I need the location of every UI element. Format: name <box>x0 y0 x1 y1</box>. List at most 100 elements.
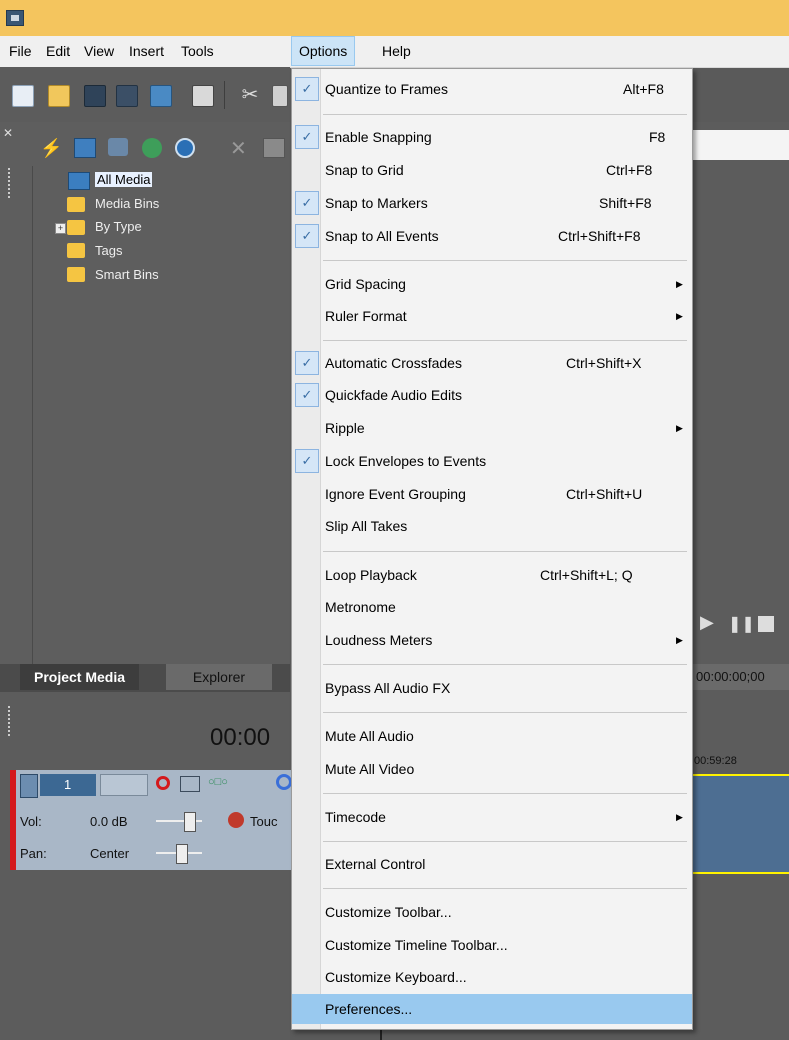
expand-icon[interactable]: + <box>55 223 66 234</box>
menu-loudness-meters[interactable]: Loudness Meters ▶ <box>292 625 692 655</box>
menu-insert[interactable]: Insert <box>122 36 171 66</box>
menu-ruler-format[interactable]: Ruler Format ▶ <box>292 301 692 331</box>
tree-item-media-bins[interactable]: Media Bins <box>95 193 159 215</box>
menu-bypass-all-audio-fx[interactable]: Bypass All Audio FX <box>292 673 692 703</box>
menu-item-label: Mute All Video <box>325 761 415 777</box>
menu-customize-timeline-toolbar[interactable]: Customize Timeline Toolbar... <box>292 930 692 960</box>
menu-snap-to-all-events[interactable]: ✓ Snap to All Events Ctrl+Shift+F8 <box>292 221 692 251</box>
menu-snap-to-markers[interactable]: ✓ Snap to Markers Shift+F8 <box>292 188 692 218</box>
menu-item-label: Quantize to Frames <box>325 81 448 97</box>
stop-icon[interactable] <box>758 616 774 632</box>
menu-item-label: Customize Keyboard... <box>325 969 467 985</box>
open-folder-icon[interactable] <box>48 85 70 107</box>
menu-item-shortcut: Ctrl+F8 <box>606 162 653 178</box>
menu-loop-playback[interactable]: Loop Playback Ctrl+Shift+L; Q <box>292 560 692 590</box>
menu-options[interactable]: Options <box>291 36 356 66</box>
menu-customize-keyboard[interactable]: Customize Keyboard... <box>292 962 692 992</box>
save-icon[interactable] <box>84 85 106 107</box>
drag-handle[interactable] <box>8 168 16 198</box>
automation-icon[interactable]: ○□○ <box>208 776 232 790</box>
menu-preferences[interactable]: Preferences... <box>292 994 692 1024</box>
menu-timecode[interactable]: Timecode ▶ <box>292 802 692 832</box>
close-icon[interactable]: ✕ <box>3 126 13 140</box>
drag-handle[interactable] <box>8 706 16 736</box>
menu-item-label: Automatic Crossfades <box>325 355 462 371</box>
menu-item-label: Customize Toolbar... <box>325 904 452 920</box>
menu-help[interactable]: Help <box>375 36 418 66</box>
mute-icon[interactable] <box>276 774 292 790</box>
refresh-icon[interactable] <box>142 138 162 158</box>
menu-separator <box>323 114 687 115</box>
audio-track-header[interactable]: 1 ○□○ Vol: 0.0 dB Touc Pan: Center <box>10 770 296 870</box>
menu-metronome[interactable]: Metronome <box>292 592 692 622</box>
pause-icon[interactable]: ❚❚ <box>728 614 755 634</box>
vol-slider-thumb[interactable] <box>184 812 196 832</box>
menu-mute-all-audio[interactable]: Mute All Audio <box>292 721 692 751</box>
save-as-icon[interactable] <box>116 85 138 107</box>
menu-item-shortcut: Ctrl+Shift+U <box>566 486 643 502</box>
pan-slider-thumb[interactable] <box>176 844 188 864</box>
menu-lock-envelopes-to-events[interactable]: ✓ Lock Envelopes to Events <box>292 446 692 476</box>
copy-icon[interactable] <box>272 85 288 107</box>
menu-grid-spacing[interactable]: Grid Spacing ▶ <box>292 269 692 299</box>
menu-item-label: Bypass All Audio FX <box>325 680 451 696</box>
menu-separator <box>323 793 687 794</box>
render-icon[interactable] <box>150 85 172 107</box>
tree-item-smart-bins[interactable]: Smart Bins <box>95 264 159 286</box>
menu-file[interactable]: File <box>2 36 39 66</box>
menu-enable-snapping[interactable]: ✓ Enable Snapping F8 <box>292 122 692 152</box>
import-media-icon[interactable]: ⚡ <box>40 138 62 158</box>
track-name-field[interactable] <box>100 774 148 796</box>
menu-automatic-crossfades[interactable]: ✓ Automatic Crossfades Ctrl+Shift+X <box>292 348 692 378</box>
menu-item-label: Snap to All Events <box>325 228 439 244</box>
tree-item-tags[interactable]: Tags <box>95 240 122 262</box>
new-file-icon[interactable] <box>12 85 34 107</box>
menu-view[interactable]: View <box>77 36 121 66</box>
app-icon[interactable] <box>6 10 24 26</box>
automation-mode[interactable]: Touc <box>250 814 277 829</box>
properties-icon[interactable] <box>192 85 214 107</box>
touch-icon[interactable] <box>228 812 244 828</box>
tree-item-by-type[interactable]: By Type <box>95 216 142 238</box>
tree-item-all-media[interactable]: All Media <box>95 169 153 191</box>
vol-value: 0.0 dB <box>90 814 128 829</box>
menu-external-control[interactable]: External Control <box>292 849 692 879</box>
menu-customize-toolbar[interactable]: Customize Toolbar... <box>292 897 692 927</box>
capture-icon[interactable] <box>74 138 96 158</box>
menu-tools[interactable]: Tools <box>174 36 221 66</box>
menu-item-shortcut: Alt+F8 <box>623 81 664 97</box>
menu-item-label: Mute All Audio <box>325 728 414 744</box>
track-expand-icon[interactable] <box>20 774 38 798</box>
pane-tabs: Project Media Explorer <box>0 664 290 692</box>
tab-project-media[interactable]: Project Media <box>20 664 140 690</box>
folder-icon <box>67 197 85 212</box>
menu-item-shortcut: F8 <box>649 129 666 145</box>
menu-edit[interactable]: Edit <box>39 36 77 66</box>
menu-item-label: Snap to Grid <box>325 162 404 178</box>
menu-separator <box>323 841 687 842</box>
track-fx-icon[interactable] <box>180 776 200 792</box>
preview-area: ▶ ❚❚ <box>690 122 789 1040</box>
menu-mute-all-video[interactable]: Mute All Video <box>292 754 692 784</box>
media-fx-icon[interactable] <box>263 138 285 158</box>
menu-quantize-to-frames[interactable]: ✓ Quantize to Frames Alt+F8 <box>292 74 692 104</box>
menu-item-label: External Control <box>325 856 426 872</box>
search-media-icon[interactable] <box>175 138 195 158</box>
get-media-icon[interactable] <box>108 138 128 156</box>
menu-item-shortcut: Shift+F8 <box>599 195 652 211</box>
menu-ripple[interactable]: Ripple ▶ <box>292 413 692 443</box>
remove-icon[interactable]: ✕ <box>230 136 247 161</box>
checkmark-icon: ✓ <box>295 351 319 375</box>
cut-icon[interactable]: ✂ <box>240 85 260 105</box>
menu-item-label: Slip All Takes <box>325 518 408 534</box>
tab-explorer[interactable]: Explorer <box>166 664 272 690</box>
menu-item-label: Metronome <box>325 599 396 615</box>
arm-record-icon[interactable] <box>156 776 170 790</box>
play-icon[interactable]: ▶ <box>700 612 714 633</box>
menu-ignore-event-grouping[interactable]: Ignore Event Grouping Ctrl+Shift+U <box>292 479 692 509</box>
menu-quickfade-audio-edits[interactable]: ✓ Quickfade Audio Edits <box>292 380 692 410</box>
menu-snap-to-grid[interactable]: Snap to Grid Ctrl+F8 <box>292 155 692 185</box>
checkmark-icon: ✓ <box>295 224 319 248</box>
menu-slip-all-takes[interactable]: Slip All Takes <box>292 511 692 541</box>
audio-waveform[interactable] <box>690 774 789 874</box>
